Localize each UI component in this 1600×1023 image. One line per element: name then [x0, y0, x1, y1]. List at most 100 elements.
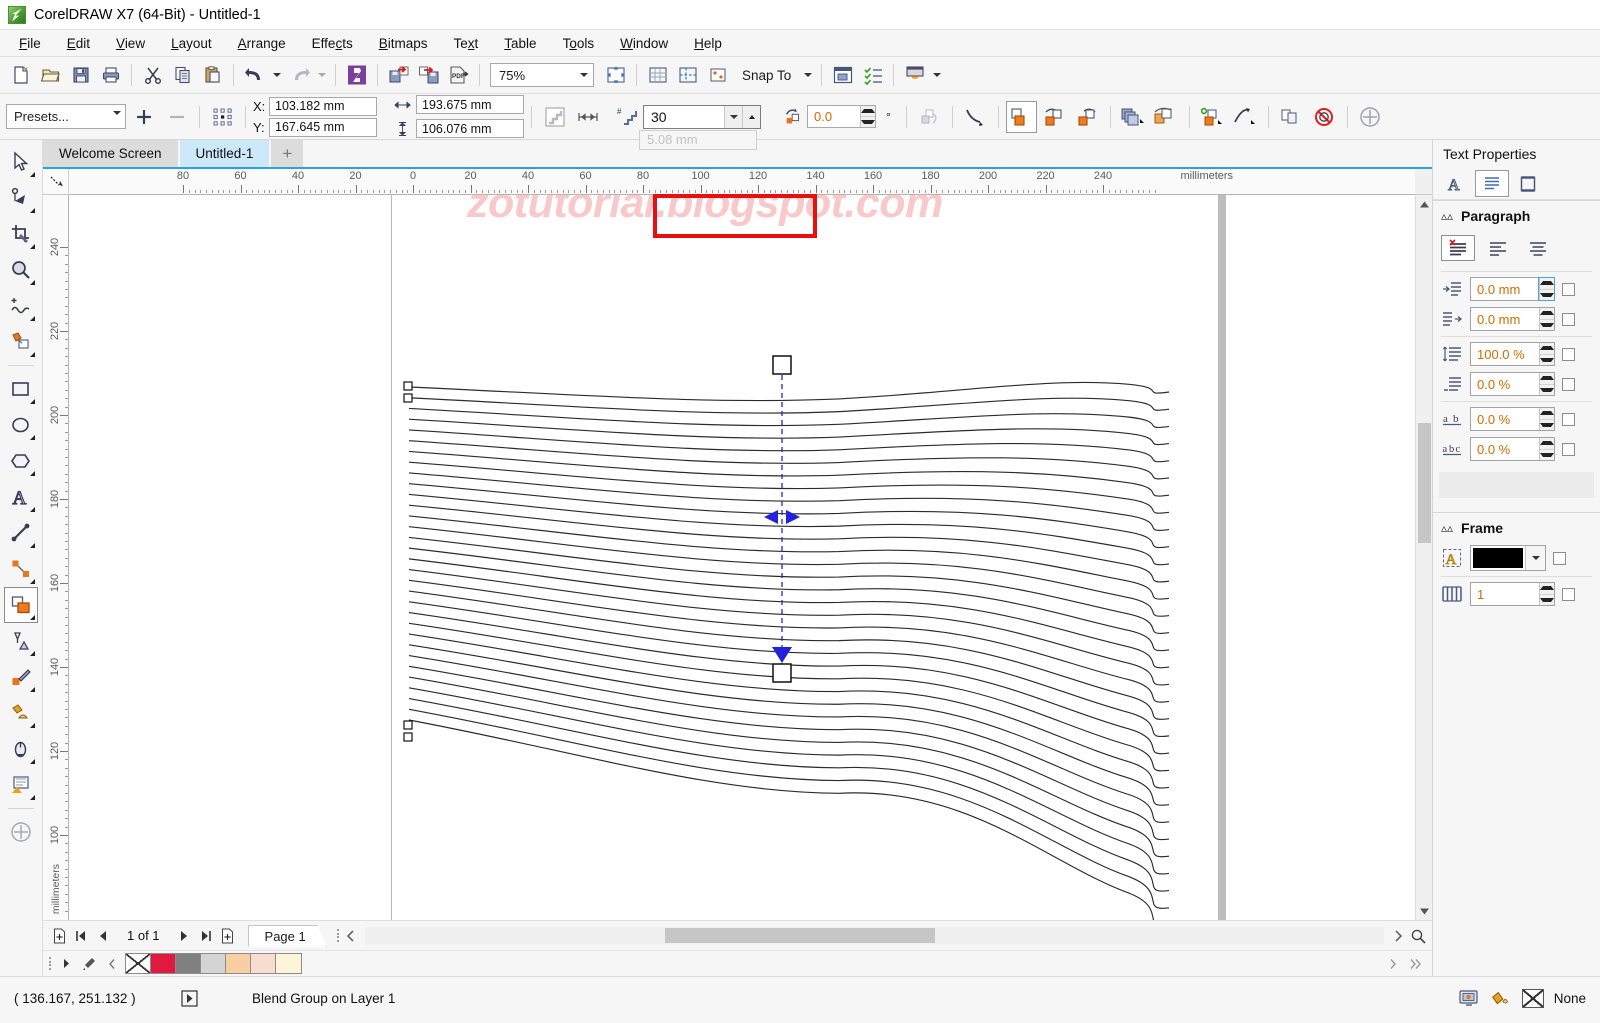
align-center-button[interactable] — [1521, 235, 1555, 261]
chevron-down-icon[interactable] — [113, 111, 121, 115]
spin-up-icon[interactable] — [1540, 373, 1554, 384]
freehand-tool[interactable] — [4, 288, 38, 324]
swatch-light-gray[interactable] — [201, 954, 226, 973]
snap-preview-icon[interactable] — [703, 61, 732, 90]
spin-up-icon[interactable] — [1540, 278, 1554, 289]
loop-blend-icon[interactable] — [914, 101, 945, 133]
scroll-up-icon[interactable] — [1415, 195, 1433, 213]
eyedropper-icon[interactable] — [79, 954, 99, 974]
spin-down-icon[interactable] — [1540, 318, 1554, 330]
paragraph-spacing-checkbox[interactable] — [1562, 377, 1575, 391]
tab-welcome-screen[interactable]: Welcome Screen — [43, 140, 178, 167]
menu-arrange[interactable]: Arrange — [225, 32, 299, 55]
x-position-input[interactable]: 103.182 mm — [269, 96, 377, 116]
line-spacing-input[interactable]: 100.0 % — [1470, 342, 1555, 366]
object-manager-icon[interactable] — [858, 61, 887, 90]
color-acceleration-icon[interactable] — [1151, 101, 1182, 133]
anchor-point-selector[interactable] — [207, 101, 238, 133]
add-preset-button[interactable] — [128, 101, 159, 133]
left-indent-spinner[interactable] — [1539, 308, 1554, 330]
previous-page-icon[interactable] — [93, 926, 113, 946]
frame-fill-swatch[interactable] — [1473, 548, 1523, 568]
spin-down-icon[interactable] — [1540, 448, 1554, 460]
spin-up-icon[interactable] — [1540, 438, 1554, 449]
tab-untitled-1[interactable]: Untitled-1 — [179, 140, 270, 167]
frame-fill-color-button[interactable] — [1470, 545, 1546, 571]
pick-tool[interactable] — [4, 144, 38, 180]
add-tool-icon[interactable] — [4, 814, 38, 850]
path-properties-icon[interactable] — [1230, 101, 1261, 133]
menu-edit[interactable]: Edit — [54, 32, 103, 55]
menu-text[interactable]: Text — [441, 32, 492, 55]
scroll-right-icon[interactable] — [1388, 926, 1408, 946]
word-spacing-checkbox[interactable] — [1562, 442, 1575, 456]
parallel-dimension-tool[interactable] — [4, 515, 38, 551]
show-guidelines-icon[interactable] — [673, 61, 702, 90]
clear-blend-icon[interactable] — [1309, 101, 1340, 133]
redo-icon[interactable] — [285, 61, 314, 90]
direct-blend-icon[interactable] — [1005, 100, 1037, 133]
fill-tool[interactable] — [4, 695, 38, 731]
y-position-input[interactable]: 167.645 mm — [269, 117, 377, 137]
swatch-none[interactable] — [126, 954, 151, 973]
presets-combo[interactable]: Presets... — [6, 104, 126, 129]
chevron-up-icon[interactable]: ▵▵ — [1441, 521, 1453, 535]
menu-view[interactable]: View — [103, 32, 158, 55]
spin-up-icon[interactable] — [1540, 308, 1554, 319]
crop-tool[interactable] — [4, 216, 38, 252]
frame-fill-checkbox[interactable] — [1553, 551, 1566, 565]
frame-tab[interactable] — [1511, 170, 1545, 197]
horizontal-ruler[interactable]: 80 60 40 20 0 20 40 60 80 100 120 140 160 180 200 220 24… — [69, 169, 1415, 195]
smart-fill-tool[interactable] — [4, 324, 38, 360]
outline-pen-tool[interactable] — [4, 659, 38, 695]
swatch-pink[interactable] — [251, 954, 276, 973]
counterclockwise-blend-icon[interactable] — [1072, 101, 1103, 133]
shape-tool[interactable] — [4, 180, 38, 216]
fill-bucket-icon[interactable] — [1490, 989, 1512, 1009]
full-screen-preview-icon[interactable] — [601, 61, 630, 90]
rotation-up-icon[interactable] — [861, 106, 875, 116]
paragraph-spacing-input[interactable]: 0.0 % — [1470, 372, 1555, 396]
spin-down-icon[interactable] — [1540, 288, 1554, 300]
left-indent-checkbox[interactable] — [1562, 312, 1575, 326]
blend-group-object[interactable] — [69, 195, 1415, 920]
ellipse-tool[interactable] — [4, 407, 38, 443]
menu-window[interactable]: Window — [607, 32, 681, 55]
transparency-tool[interactable] — [4, 767, 38, 803]
character-tab[interactable]: A — [1439, 170, 1473, 197]
blend-spacing-input[interactable]: 5.08 mm — [639, 129, 757, 150]
end-object-handle-bottom[interactable] — [403, 732, 413, 742]
spin-up-icon[interactable] — [1540, 343, 1554, 354]
cut-icon[interactable] — [138, 61, 167, 90]
paragraph-spacing-spinner[interactable] — [1539, 373, 1554, 395]
first-line-indent-input[interactable]: 0.0 mm — [1470, 277, 1555, 301]
palette-grip[interactable] — [47, 956, 53, 972]
blend-direction-arrow[interactable] — [772, 647, 792, 663]
open-icon[interactable] — [36, 61, 65, 90]
application-launcher-icon[interactable] — [900, 61, 929, 90]
spin-down-icon[interactable] — [1540, 383, 1554, 395]
polygon-tool[interactable] — [4, 443, 38, 479]
end-object-handle-top[interactable] — [403, 720, 413, 730]
import-icon[interactable] — [384, 61, 413, 90]
text-tool[interactable]: A — [4, 479, 38, 515]
scroll-down-icon[interactable] — [1415, 902, 1433, 920]
palette-scroll-left-icon[interactable] — [102, 954, 122, 974]
undo-icon[interactable] — [240, 61, 269, 90]
straight-line-connector-tool[interactable] — [4, 551, 38, 587]
menu-effects[interactable]: Effects — [299, 32, 366, 55]
chevron-up-icon[interactable]: ▵▵ — [1441, 209, 1453, 223]
character-spacing-checkbox[interactable] — [1562, 412, 1575, 426]
paste-icon[interactable] — [198, 61, 227, 90]
document-color-settings-icon[interactable] — [1458, 989, 1480, 1009]
word-spacing-input[interactable]: 0.0 % — [1470, 437, 1555, 461]
frame-fill-dropdown-icon[interactable] — [1525, 546, 1545, 570]
left-indent-input[interactable]: 0.0 mm — [1470, 307, 1555, 331]
spin-down-icon[interactable] — [1540, 353, 1554, 365]
add-toolbar-item-icon[interactable] — [1355, 101, 1386, 133]
menu-bitmaps[interactable]: Bitmaps — [366, 32, 441, 55]
add-tab-button[interactable]: + — [271, 140, 304, 167]
swatch-cream[interactable] — [276, 954, 301, 973]
scroll-left-icon[interactable] — [341, 926, 361, 946]
object-acceleration-icon[interactable] — [1118, 101, 1149, 133]
